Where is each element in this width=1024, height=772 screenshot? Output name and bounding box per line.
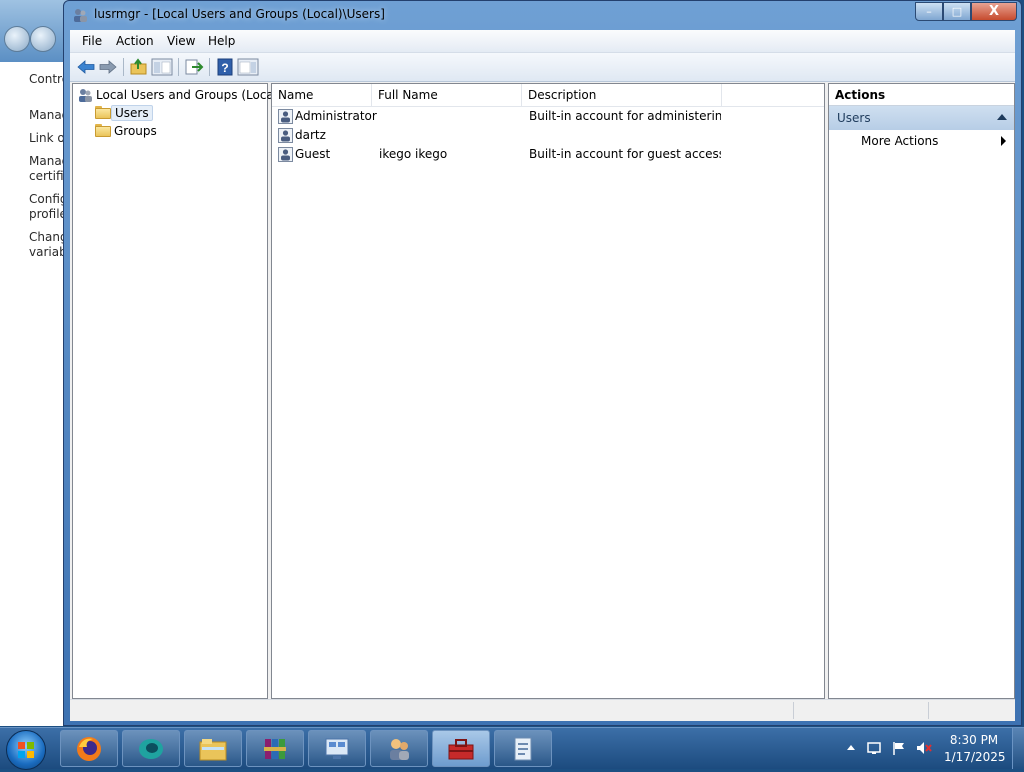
status-bar (70, 699, 1015, 721)
file-explorer-icon (199, 738, 227, 760)
tree-root-label: Local Users and Groups (Local) (96, 87, 282, 102)
taskbar-firefox[interactable] (60, 730, 118, 767)
menu-view[interactable]: View (167, 34, 195, 48)
folder-icon (95, 124, 111, 137)
help-icon[interactable]: ? (215, 57, 235, 77)
window-client-area: File Action View Help ? Local Users and … (70, 30, 1015, 721)
toolbar-separator (123, 58, 124, 76)
back-nav-icon[interactable] (4, 26, 30, 52)
status-divider (793, 702, 794, 719)
status-divider (928, 702, 929, 719)
user-name: Guest (295, 147, 331, 161)
menu-help[interactable]: Help (208, 34, 235, 48)
export-list-icon[interactable] (184, 57, 204, 77)
users-app-icon (74, 9, 87, 22)
window-title: lusrmgr - [Local Users and Groups (Local… (94, 7, 385, 21)
windows-logo-icon (18, 742, 34, 758)
volume-muted-icon[interactable] (916, 740, 932, 756)
show-hidden-icons-icon[interactable] (847, 745, 855, 750)
taskbar: 8:30 PM 1/17/2025 (0, 727, 1024, 770)
lusrmgr-window: lusrmgr - [Local Users and Groups (Local… (63, 0, 1022, 726)
taskbar-app[interactable] (122, 730, 180, 767)
taskbar-file-explorer[interactable] (184, 730, 242, 767)
background-window: Contro Manag Link or Manag certifi Confi… (0, 0, 70, 726)
start-button[interactable] (6, 730, 46, 770)
show-desktop-button[interactable] (1012, 728, 1024, 769)
actions-section-users[interactable]: Users (829, 106, 1014, 130)
user-description: Built-in account for guest access t... (529, 147, 721, 161)
user-description: Built-in account for administering... (529, 109, 721, 123)
forward-arrow-icon[interactable] (98, 57, 118, 77)
user-icon (278, 147, 293, 162)
list-row-dartz[interactable]: dartz (272, 126, 824, 145)
winrar-icon (264, 738, 286, 759)
toolbar-separator (178, 58, 179, 76)
user-name: Administrator (295, 109, 377, 123)
toolbar: ? (70, 53, 1015, 82)
column-header-description[interactable]: Description (522, 84, 722, 106)
menu-bar: File Action View Help (70, 30, 1015, 53)
users-icon (390, 738, 409, 760)
svg-text:?: ? (221, 61, 228, 75)
tree-item-users[interactable]: Users (95, 104, 153, 121)
clock-time[interactable]: 8:30 PM (944, 733, 1004, 747)
user-icon (278, 128, 293, 143)
local-users-groups-icon (79, 88, 92, 102)
column-header-full-name[interactable]: Full Name (372, 84, 522, 106)
minimize-button[interactable]: – (915, 2, 943, 21)
background-window-titlebar (0, 0, 70, 62)
user-full-name: ikego ikego (379, 147, 448, 161)
toolbox-icon (448, 738, 474, 759)
taskbar-control-panel[interactable] (308, 730, 366, 767)
minimize-icon: – (926, 5, 932, 18)
firefox-icon (77, 736, 101, 761)
flag-icon[interactable] (891, 740, 907, 756)
show-hide-action-pane-icon[interactable] (237, 57, 259, 77)
forward-nav-icon[interactable] (30, 26, 56, 52)
maximize-icon: □ (951, 5, 963, 18)
list-row-guest[interactable]: Guest ikego ikego Built-in account for g… (272, 145, 824, 164)
list-header: Name Full Name Description (272, 84, 824, 107)
clock-date[interactable]: 1/17/2025 (944, 750, 1006, 764)
back-arrow-icon[interactable] (76, 57, 96, 77)
tree-root-local-users-groups[interactable]: Local Users and Groups (Local) (77, 86, 285, 103)
actions-section-users-label: Users (837, 111, 871, 125)
user-name: dartz (295, 128, 326, 142)
submenu-arrow-icon (1001, 136, 1006, 146)
action-center-icon[interactable] (866, 740, 882, 756)
actions-pane: Actions Users More Actions (828, 83, 1015, 699)
list-row-administrator[interactable]: Administrator Built-in account for admin… (272, 107, 824, 126)
user-icon (278, 109, 293, 124)
more-actions-item[interactable]: More Actions (861, 134, 938, 148)
folder-icon (95, 106, 111, 119)
tree-item-groups[interactable]: Groups (95, 122, 160, 139)
collapse-up-icon[interactable] (997, 114, 1007, 120)
title-bar[interactable]: lusrmgr - [Local Users and Groups (Local… (64, 1, 1021, 29)
menu-file[interactable]: File (82, 34, 102, 48)
console-tree-pane: Local Users and Groups (Local) Users Gro… (72, 83, 282, 699)
menu-action[interactable]: Action (116, 34, 154, 48)
taskbar-users[interactable] (370, 730, 428, 767)
up-folder-icon[interactable] (129, 57, 149, 77)
close-icon: X (988, 4, 1000, 19)
tree-item-users-label: Users (111, 104, 153, 121)
toolbar-separator (209, 58, 210, 76)
maximize-button[interactable]: □ (943, 2, 971, 21)
tree-item-groups-label: Groups (114, 123, 157, 138)
column-header-name[interactable]: Name (272, 84, 372, 106)
show-hide-console-tree-icon[interactable] (151, 57, 173, 77)
document-icon (514, 737, 532, 760)
actions-header: Actions (829, 84, 1014, 106)
taskbar-toolbox[interactable] (432, 730, 490, 767)
control-panel-icon (325, 738, 349, 759)
close-button[interactable]: X (971, 2, 1017, 21)
taskbar-document[interactable] (494, 730, 552, 767)
users-list-pane: Name Full Name Description Administrator… (271, 83, 825, 699)
taskbar-winrar[interactable] (246, 730, 304, 767)
app-icon (139, 738, 163, 759)
